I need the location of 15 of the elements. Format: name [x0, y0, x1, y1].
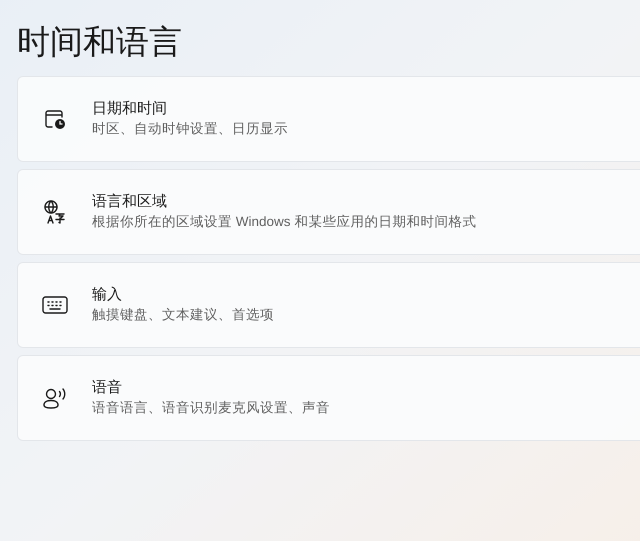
keyboard-icon [42, 296, 68, 314]
speech-person-icon [42, 386, 68, 410]
card-description: 触摸键盘、文本建议、首选项 [92, 306, 274, 324]
card-title: 语言和区域 [92, 192, 167, 212]
card-title: 输入 [92, 285, 122, 305]
card-description: 根据你所在的区域设置 Windows 和某些应用的日期和时间格式 [92, 213, 476, 231]
settings-card[interactable]: 输入 触摸键盘、文本建议、首选项 [17, 262, 640, 348]
card-description: 时区、自动时钟设置、日历显示 [92, 120, 288, 138]
card-title: 日期和时间 [92, 99, 167, 119]
card-title: 语音 [92, 378, 122, 398]
card-description: 语音语言、语音识别麦克风设置、声音 [92, 399, 330, 417]
settings-card[interactable]: 语言和区域 根据你所在的区域设置 Windows 和某些应用的日期和时间格式 [17, 169, 640, 255]
page-title: 时间和语言 [17, 22, 182, 62]
settings-card[interactable]: 语音 语音语言、语音识别麦克风设置、声音 [17, 355, 640, 441]
settings-card[interactable]: 日期和时间 时区、自动时钟设置、日历显示 [17, 76, 640, 162]
